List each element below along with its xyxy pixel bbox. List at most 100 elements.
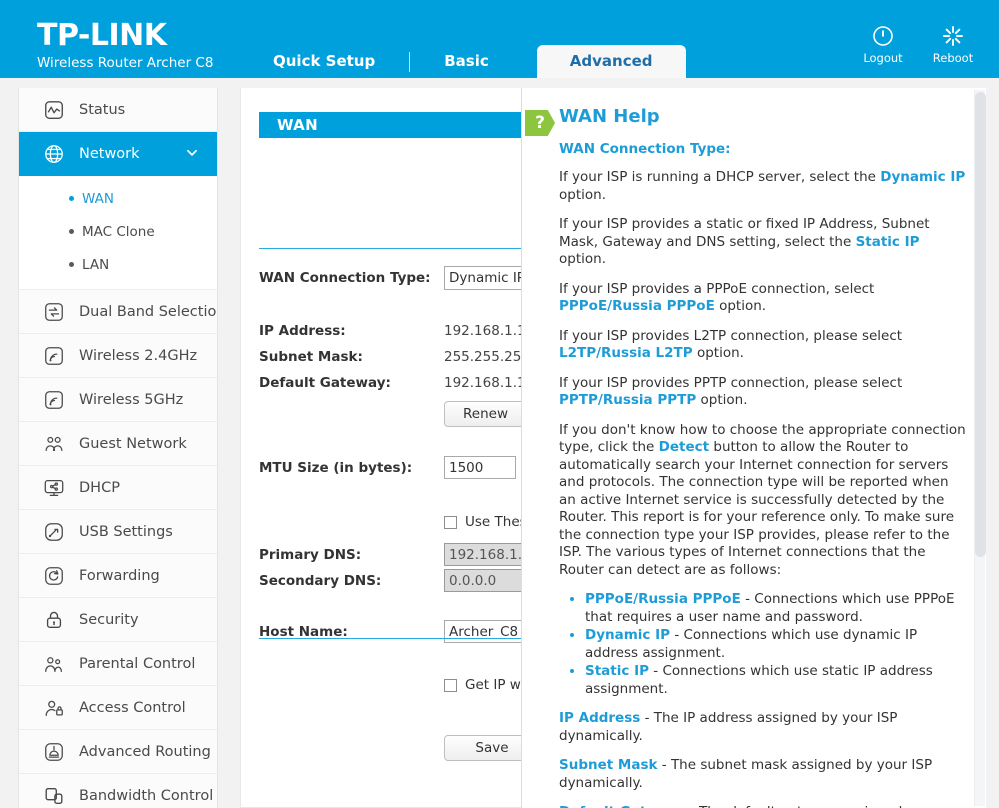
router-admin-page: TP-LINK Wireless Router Archer C8 Quick …: [0, 0, 999, 808]
wireless-icon: [41, 343, 67, 369]
sidebar-item-label: Forwarding: [79, 567, 160, 584]
sidebar-item-guest-network[interactable]: Guest Network: [19, 422, 217, 466]
chevron-down-icon: [185, 145, 199, 164]
sidebar-item-label: Dual Band Selection: [79, 303, 218, 320]
sidebar-item-label: USB Settings: [79, 523, 173, 540]
mtu-size-input[interactable]: 1500: [444, 456, 516, 479]
forwarding-icon: [41, 563, 67, 589]
list-item: PPPoE/Russia PPPoE - Connections which u…: [585, 591, 967, 626]
logout-button[interactable]: Logout: [859, 22, 907, 65]
globe-icon: [41, 141, 67, 167]
sidebar-item-label: Network: [79, 146, 140, 162]
help-highlight: PPPoE/Russia PPPoE: [559, 298, 715, 314]
default-gateway-label: Default Gateway:: [259, 375, 391, 391]
sidebar-item-bandwidth-control[interactable]: Bandwidth Control: [19, 774, 217, 808]
sidebar-item-label: Wireless 5GHz: [79, 391, 184, 408]
bullet-icon: [69, 196, 74, 201]
sidebar-item-network[interactable]: Network: [19, 132, 217, 176]
reboot-icon: [941, 22, 965, 50]
help-question-icon[interactable]: ?: [525, 110, 555, 136]
bullet-icon: [69, 262, 74, 267]
help-text: option.: [714, 298, 767, 314]
sidebar-item-parental-control[interactable]: Parental Control: [19, 642, 217, 686]
help-highlight: PPTP/Russia PPTP: [559, 392, 697, 408]
sidebar-item-advanced-routing[interactable]: Advanced Routing: [19, 730, 217, 774]
checkbox-box[interactable]: [444, 678, 457, 692]
sidebar-item-lan[interactable]: LAN: [19, 248, 217, 281]
logout-label: Logout: [863, 51, 903, 65]
help-paragraph-default-gateway: Default Gateway - The default gateway as…: [559, 804, 967, 808]
sidebar-item-label: DHCP: [79, 479, 120, 496]
guest-users-icon: [41, 431, 67, 457]
primary-dns-label: Primary DNS:: [259, 546, 362, 563]
help-highlight: L2TP/Russia L2TP: [559, 345, 693, 361]
sidebar-item-label: Bandwidth Control: [79, 787, 214, 804]
sidebar-item-label: Parental Control: [79, 655, 196, 672]
help-text: option.: [696, 392, 748, 408]
sidebar-nav: Status Network WAN MAC Clone LAN Dual Ba…: [18, 88, 218, 808]
sidebar-subitem-label: LAN: [82, 256, 110, 273]
top-nav-tabs: Quick Setup Basic Advanced: [255, 45, 686, 78]
help-text: If your ISP provides L2TP connection, pl…: [559, 327, 903, 344]
renew-button[interactable]: Renew: [444, 401, 527, 427]
default-gateway-value: 192.168.1.1: [444, 375, 526, 391]
help-text: option.: [559, 251, 606, 267]
help-highlight: Static IP: [855, 233, 920, 250]
help-paragraph-pptp: If your ISP provides PPTP connection, pl…: [559, 375, 967, 410]
help-subtitle: WAN Connection Type:: [559, 141, 731, 157]
tab-quick-setup[interactable]: Quick Setup: [255, 45, 393, 78]
sidebar-item-dhcp[interactable]: DHCP: [19, 466, 217, 510]
help-paragraph-subnet-mask: Subnet Mask - The subnet mask assigned b…: [559, 757, 967, 792]
help-highlight: Static IP: [585, 663, 649, 679]
help-highlight: Detect: [658, 439, 710, 455]
nav-divider: [409, 52, 411, 72]
help-text: If your ISP provides PPTP connection, pl…: [559, 374, 903, 391]
page-header: TP-LINK Wireless Router Archer C8 Quick …: [0, 0, 999, 78]
checkbox-box[interactable]: [444, 515, 457, 529]
help-highlight: Default Gateway: [559, 804, 686, 808]
system-buttons: Logout Reboot: [859, 22, 977, 65]
help-title: WAN Help: [559, 106, 660, 127]
tab-basic[interactable]: Basic: [426, 45, 507, 78]
sidebar-item-label: Guest Network: [79, 435, 187, 452]
help-paragraph-l2tp: If your ISP provides L2TP connection, pl…: [559, 328, 967, 363]
sidebar-item-wireless-24ghz[interactable]: Wireless 2.4GHz: [19, 334, 217, 378]
power-icon: [871, 22, 895, 50]
tab-advanced[interactable]: Advanced: [536, 45, 686, 78]
sidebar-item-status[interactable]: Status: [19, 88, 217, 132]
help-paragraph-pppoe: If your ISP provides a PPPoE connection,…: [559, 281, 967, 316]
parental-control-icon: [41, 651, 67, 677]
sidebar-item-label: Security: [79, 611, 139, 628]
help-scrollbar-thumb[interactable]: [975, 92, 986, 557]
help-highlight: PPPoE/Russia PPPoE: [585, 591, 741, 607]
sidebar-item-dual-band-selection[interactable]: Dual Band Selection: [19, 290, 217, 334]
sidebar-item-security[interactable]: Security: [19, 598, 217, 642]
help-text: If your ISP is running a DHCP server, se…: [559, 169, 881, 185]
brand: TP-LINK Wireless Router Archer C8: [37, 18, 214, 72]
brand-logo: TP-LINK: [37, 18, 167, 53]
sidebar-item-label: Access Control: [79, 699, 186, 716]
status-chart-icon: [41, 97, 67, 123]
reboot-label: Reboot: [932, 51, 974, 65]
sidebar-item-access-control[interactable]: Access Control: [19, 686, 217, 730]
advanced-routing-icon: [41, 739, 67, 765]
sidebar-item-mac-clone[interactable]: MAC Clone: [19, 215, 217, 248]
sidebar-item-label: Status: [79, 101, 126, 118]
help-highlight: IP Address: [559, 710, 641, 726]
sidebar-item-usb-settings[interactable]: USB Settings: [19, 510, 217, 554]
ip-address-label: IP Address:: [259, 323, 346, 339]
secondary-dns-label: Secondary DNS:: [259, 572, 382, 589]
reboot-button[interactable]: Reboot: [929, 22, 977, 65]
panel-right-edge: [986, 88, 999, 808]
help-text: button to allow the Router to automatica…: [559, 439, 955, 578]
help-panel: ? WAN Help WAN Connection Type: If your …: [521, 88, 999, 808]
help-connection-types-list: PPPoE/Russia PPPoE - Connections which u…: [585, 591, 967, 698]
bandwidth-icon: [41, 783, 67, 808]
brand-model: Wireless Router Archer C8: [37, 55, 214, 71]
dual-band-icon: [41, 299, 67, 325]
sidebar-item-wan[interactable]: WAN: [19, 182, 217, 215]
sidebar-item-wireless-5ghz[interactable]: Wireless 5GHz: [19, 378, 217, 422]
sidebar-item-forwarding[interactable]: Forwarding: [19, 554, 217, 598]
wireless-icon: [41, 387, 67, 413]
help-scrollbar[interactable]: [974, 90, 986, 806]
